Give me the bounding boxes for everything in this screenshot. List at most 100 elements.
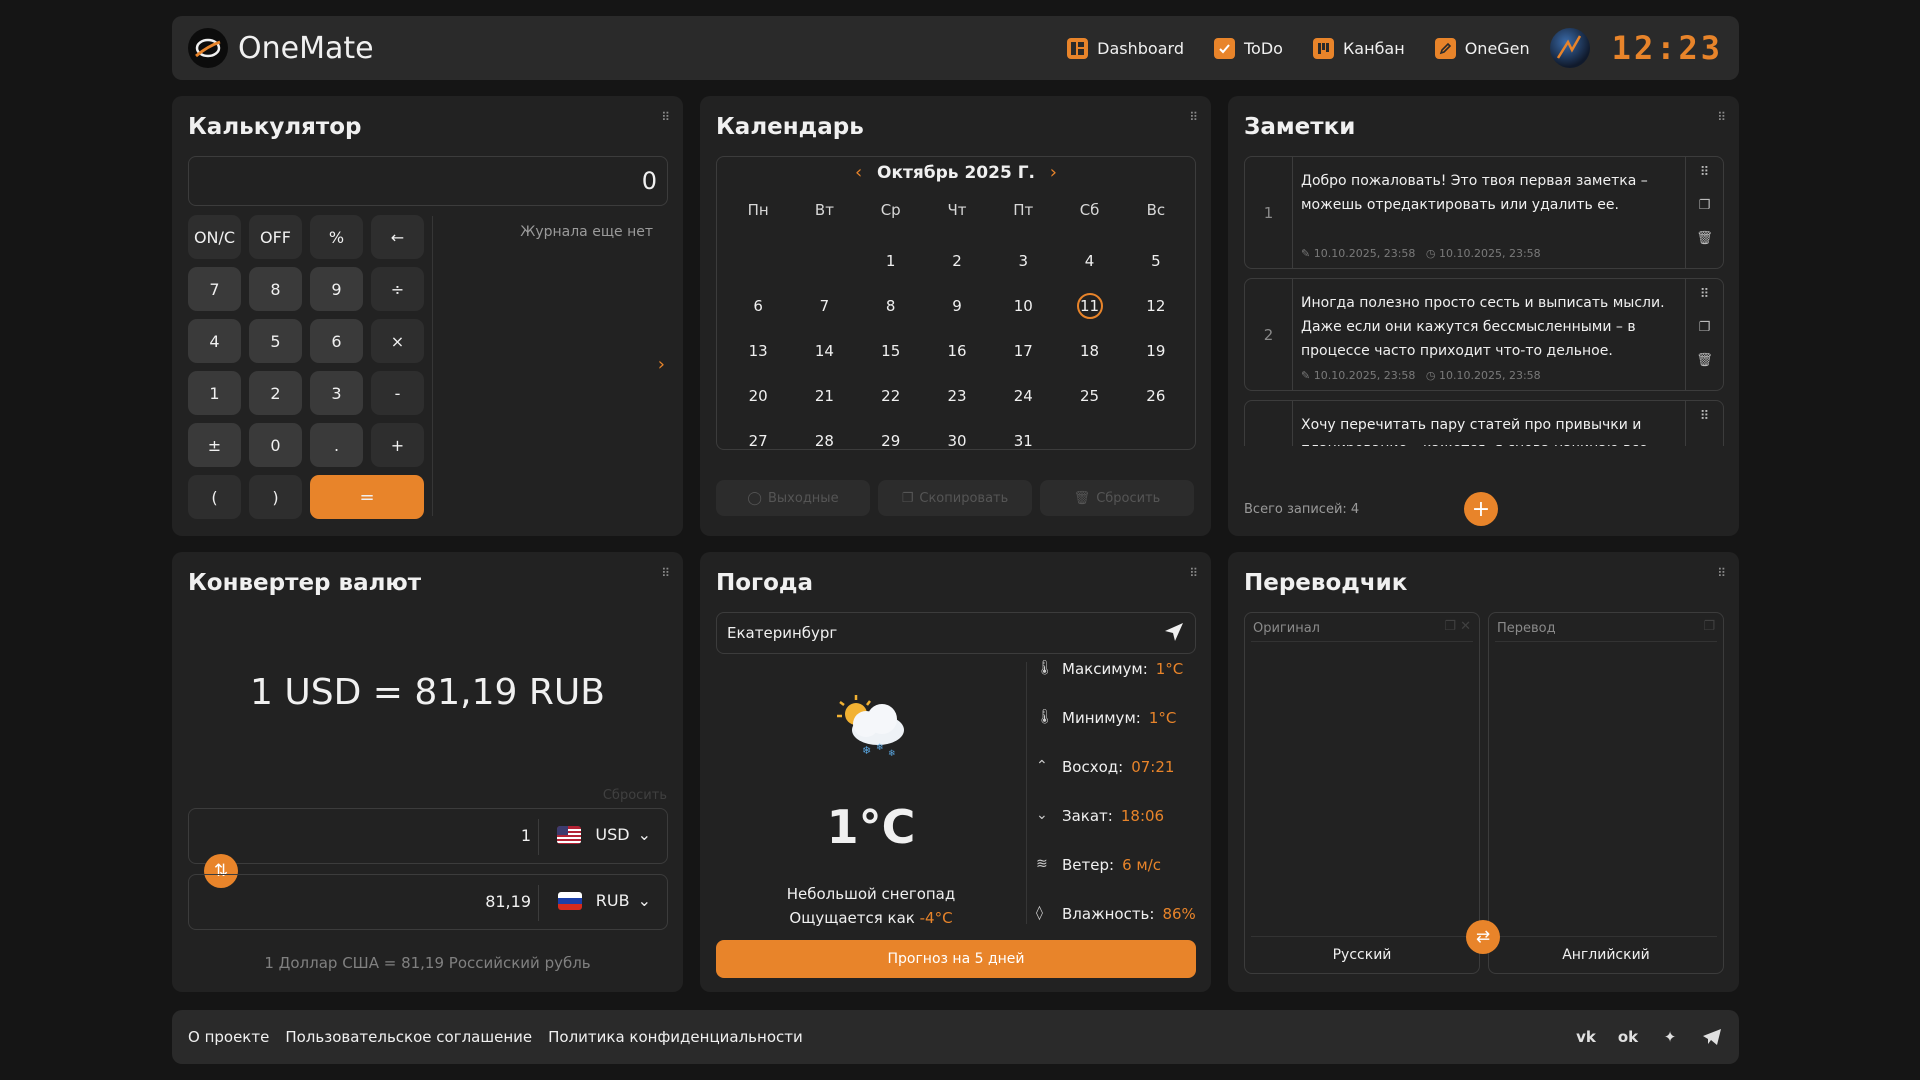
chevron-right-icon[interactable]: › [658, 354, 665, 375]
percent-key[interactable]: % [310, 215, 363, 259]
from-amount-input[interactable]: 1 [521, 826, 531, 845]
chevron-right-icon[interactable]: › [1050, 162, 1057, 183]
calendar-day-today[interactable]: 11 [1056, 283, 1122, 328]
privacy-link[interactable]: Политика конфиденциальности [548, 1028, 803, 1046]
about-link[interactable]: О проекте [188, 1028, 269, 1046]
copy-button[interactable]: ❐ Скопировать [878, 480, 1032, 516]
note-item[interactable]: 2 Иногда полезно просто сесть и выписать… [1244, 278, 1724, 391]
nav-kanban[interactable]: Канбан [1312, 37, 1405, 59]
swap-languages-button[interactable]: ⇄ [1466, 920, 1500, 954]
multiply-key[interactable]: × [371, 319, 424, 363]
key-3[interactable]: 3 [310, 371, 363, 415]
weekends-button[interactable]: ◯ Выходные [716, 480, 870, 516]
on-clear-key[interactable]: ON/C [188, 215, 241, 259]
source-text-panel[interactable]: Оригинал ❐ ✕ Русский [1244, 612, 1480, 974]
copy-icon[interactable]: ❐ [1444, 619, 1456, 634]
calendar-day[interactable]: 26 [1123, 373, 1189, 418]
key-6[interactable]: 6 [310, 319, 363, 363]
backspace-key[interactable]: ← [371, 215, 424, 259]
key-2[interactable]: 2 [249, 371, 302, 415]
trash-icon[interactable]: 🗑 [1696, 231, 1713, 246]
calendar-day[interactable]: 15 [858, 328, 924, 373]
copy-icon[interactable]: ❐ [1699, 198, 1711, 213]
calendar-day[interactable]: 30 [924, 418, 990, 463]
nav-onegen[interactable]: OneGen [1434, 37, 1530, 59]
drag-handle-icon[interactable]: ⠿ [1717, 566, 1727, 580]
calendar-day[interactable]: 27 [725, 418, 791, 463]
calendar-day[interactable]: 10 [990, 283, 1056, 328]
minus-key[interactable]: - [371, 371, 424, 415]
drag-handle-icon[interactable]: ⠿ [661, 566, 671, 580]
city-input[interactable]: Екатеринбург [716, 612, 1196, 654]
odnoklassniki-icon[interactable]: ok [1617, 1026, 1639, 1048]
off-key[interactable]: OFF [249, 215, 302, 259]
plus-key[interactable]: + [371, 423, 424, 467]
calendar-day[interactable]: 7 [791, 283, 857, 328]
calendar-day[interactable]: 22 [858, 373, 924, 418]
forecast-button[interactable]: Прогноз на 5 дней [716, 940, 1196, 978]
drag-handle-icon[interactable]: ⠿ [1700, 165, 1710, 180]
note-item[interactable]: 3 Хочу перечитать пару статей про привыч… [1244, 400, 1724, 446]
target-language-select[interactable]: Английский [1489, 947, 1723, 963]
open-paren-key[interactable]: ( [188, 475, 241, 519]
trash-icon[interactable]: 🗑 [1696, 353, 1713, 368]
calendar-day[interactable]: 17 [990, 328, 1056, 373]
key-7[interactable]: 7 [188, 267, 241, 311]
copy-icon[interactable]: ❐ [1699, 320, 1711, 335]
terms-link[interactable]: Пользовательское соглашение [285, 1028, 532, 1046]
app-logo[interactable] [188, 28, 228, 68]
key-0[interactable]: 0 [249, 423, 302, 467]
calendar-day[interactable]: 13 [725, 328, 791, 373]
calendar-day[interactable]: 25 [1056, 373, 1122, 418]
calendar-day[interactable]: 3 [990, 238, 1056, 283]
calendar-day[interactable]: 28 [791, 418, 857, 463]
close-icon[interactable]: ✕ [1460, 619, 1471, 634]
calendar-day[interactable]: 8 [858, 283, 924, 328]
from-currency-select[interactable]: USD ⌄ [557, 825, 651, 844]
calendar-day[interactable]: 31 [990, 418, 1056, 463]
calendar-day[interactable]: 19 [1123, 328, 1189, 373]
calendar-day[interactable]: 5 [1123, 238, 1189, 283]
drag-handle-icon[interactable]: ⠿ [661, 110, 671, 124]
calendar-day[interactable]: 14 [791, 328, 857, 373]
calendar-day[interactable]: 20 [725, 373, 791, 418]
source-language-select[interactable]: Русский [1245, 947, 1479, 963]
reset-button[interactable]: 🗑 Сбросить [1040, 480, 1194, 516]
drag-handle-icon[interactable]: ⠿ [1700, 409, 1710, 424]
nav-todo[interactable]: ToDo [1213, 37, 1283, 59]
key-5[interactable]: 5 [249, 319, 302, 363]
calendar-day[interactable]: 21 [791, 373, 857, 418]
calendar-day[interactable]: 16 [924, 328, 990, 373]
drag-handle-icon[interactable]: ⠿ [1189, 566, 1199, 580]
calendar-day[interactable]: 23 [924, 373, 990, 418]
divide-key[interactable]: ÷ [371, 267, 424, 311]
calendar-day[interactable]: 9 [924, 283, 990, 328]
equals-key[interactable]: = [310, 475, 424, 519]
zen-icon[interactable]: ✦ [1659, 1026, 1681, 1048]
add-note-button[interactable]: + [1464, 492, 1498, 526]
location-arrow-icon[interactable] [1163, 621, 1185, 647]
calendar-day[interactable]: 4 [1056, 238, 1122, 283]
calendar-day[interactable]: 12 [1123, 283, 1189, 328]
sign-key[interactable]: ± [188, 423, 241, 467]
note-item[interactable]: 1 Добро пожаловать! Это твоя первая заме… [1244, 156, 1724, 269]
key-8[interactable]: 8 [249, 267, 302, 311]
drag-handle-icon[interactable]: ⠿ [1700, 287, 1710, 302]
calendar-day[interactable]: 2 [924, 238, 990, 283]
calendar-day[interactable]: 24 [990, 373, 1056, 418]
to-currency-select[interactable]: RUB ⌄ [557, 891, 651, 910]
reset-link[interactable]: Сбросить [603, 788, 667, 803]
telegram-icon[interactable] [1701, 1026, 1723, 1048]
drag-handle-icon[interactable]: ⠿ [1717, 110, 1727, 124]
user-avatar[interactable] [1549, 28, 1590, 68]
key-9[interactable]: 9 [310, 267, 363, 311]
close-paren-key[interactable]: ) [249, 475, 302, 519]
to-amount-input[interactable]: 81,19 [485, 892, 531, 911]
calendar-day[interactable]: 6 [725, 283, 791, 328]
drag-handle-icon[interactable]: ⠿ [1189, 110, 1199, 124]
calendar-day[interactable]: 18 [1056, 328, 1122, 373]
vk-icon[interactable]: vk [1575, 1026, 1597, 1048]
calendar-day[interactable]: 29 [858, 418, 924, 463]
nav-dashboard[interactable]: Dashboard [1067, 37, 1184, 59]
copy-icon[interactable]: ❐ [1703, 619, 1715, 634]
